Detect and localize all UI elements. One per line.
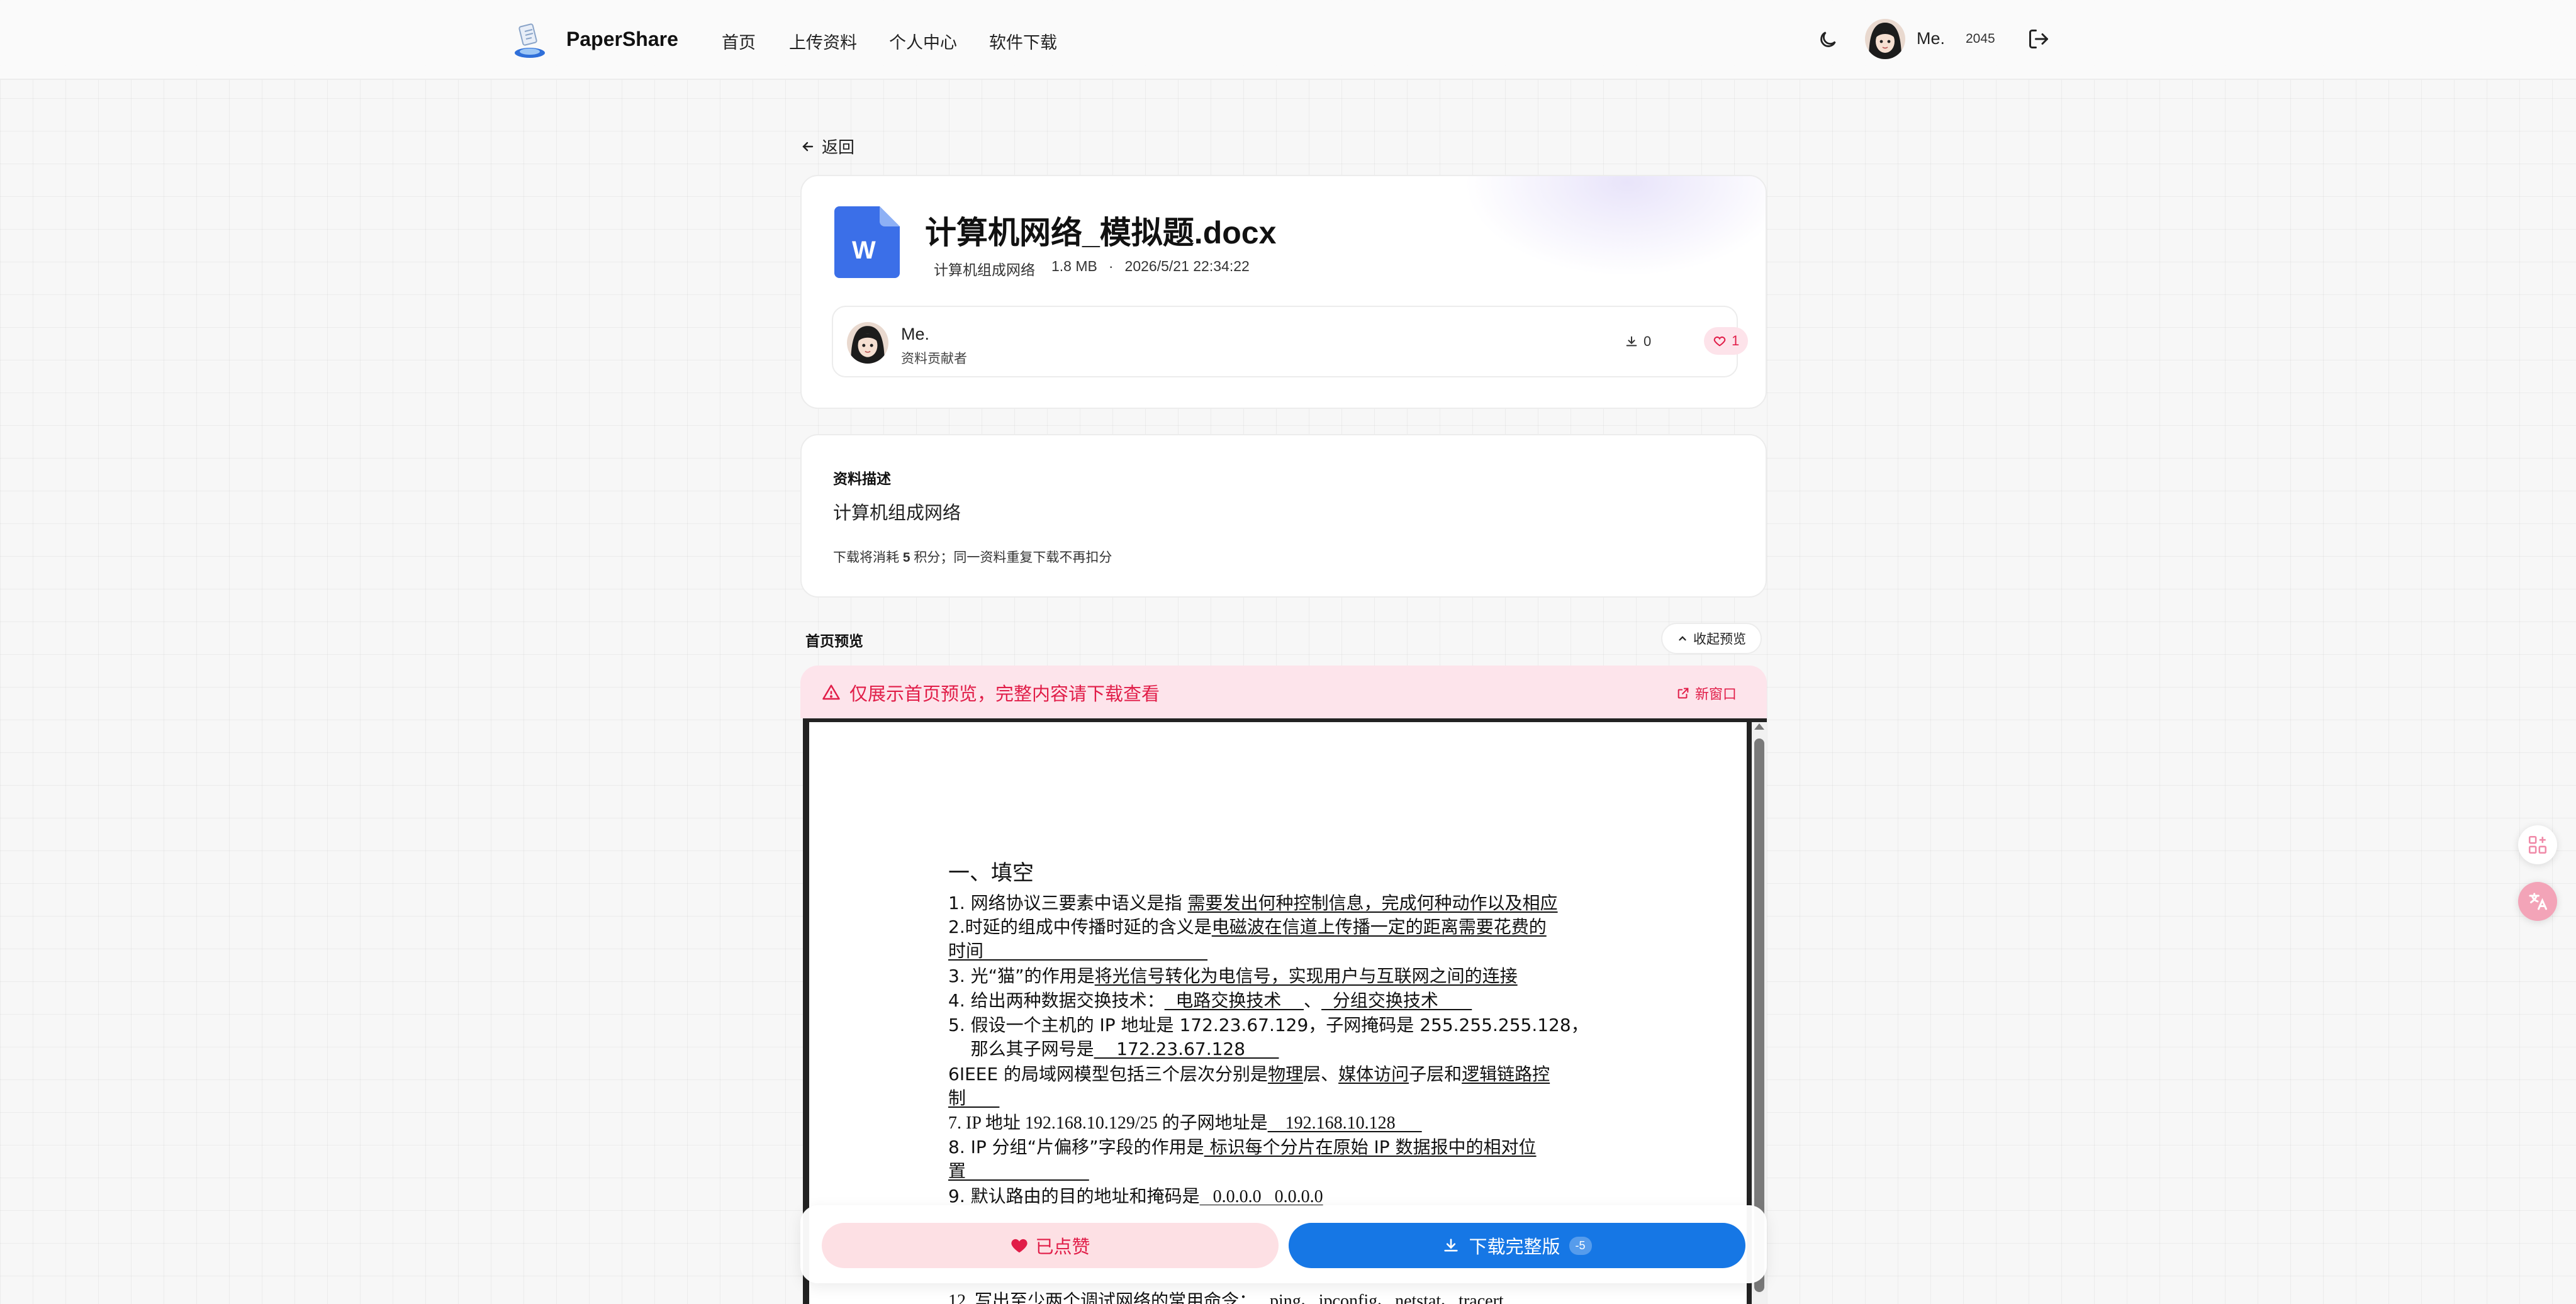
doc-line: 3. 光“猫”的作用是将光信号转化为电信号，实现用户与互联网之间的连接 <box>948 966 1518 986</box>
doc-line: 12. 写出至少两个调试网络的常用命令： ping、ipconfig、netst… <box>948 1291 1504 1304</box>
note-points: 5 <box>902 550 910 565</box>
heart-outline-icon <box>1713 336 1726 347</box>
doc-line: 制 <box>948 1088 1000 1108</box>
file-size: 1.8 MB <box>1051 258 1097 274</box>
uploader-role: 资料贡献者 <box>901 352 967 366</box>
download-full-button[interactable]: 下载完整版 -5 <box>1289 1223 1745 1268</box>
file-category: 计算机组成网络 <box>934 262 1035 278</box>
logo-icon[interactable] <box>511 21 549 60</box>
uploader-name[interactable]: Me. <box>901 325 929 344</box>
action-bar: 已点赞 下载完整版 -5 <box>800 1205 1767 1283</box>
doc-line: 那么其子网号是 172.23.67.128 <box>948 1039 1279 1059</box>
doc-heading: 一、填空 <box>948 861 1034 886</box>
doc-line: 时间 <box>948 940 1208 961</box>
collapse-preview-label: 收起预览 <box>1693 632 1746 647</box>
download-count: 0 <box>1625 333 1651 350</box>
avatar[interactable] <box>1865 19 1905 59</box>
nav-upload[interactable]: 上传资料 <box>789 29 857 53</box>
preview-notice: 仅展示首页预览，完整内容请下载查看 <box>822 679 1160 706</box>
doc-line: 7. IP 地址 192.168.10.129/25 的子网地址是 192.16… <box>948 1113 1422 1133</box>
doc-line: 4. 给出两种数据交换技术： 电路交换技术 、 分组交换技术 <box>948 990 1472 1011</box>
translate-icon <box>2529 893 2547 910</box>
liked-label: 已点赞 <box>1035 1237 1090 1257</box>
brand-name[interactable]: PaperShare <box>566 28 678 51</box>
download-icon <box>1626 336 1637 347</box>
file-date: 2026/5/21 22:34:22 <box>1124 258 1250 274</box>
preview-label: 首页预览 <box>805 633 863 649</box>
description-label: 资料描述 <box>833 471 891 487</box>
file-meta: 计算机组成网络 1.8 MB · 2026/5/21 22:34:22 <box>934 258 1250 279</box>
nav-software-download[interactable]: 软件下载 <box>989 29 1057 53</box>
download-count-value: 0 <box>1644 333 1652 349</box>
arrow-left-icon <box>802 142 814 151</box>
doc-line: 置 <box>948 1161 1089 1181</box>
note-prefix: 下载将消耗 <box>833 550 903 565</box>
description-text: 计算机组成网络 <box>833 503 961 523</box>
scroll-up-arrow[interactable] <box>1754 723 1764 730</box>
new-window-label: 新窗口 <box>1694 686 1737 702</box>
description-card: 资料描述 计算机组成网络 下载将消耗 5 积分；同一资料重复下载不再扣分 <box>800 434 1767 598</box>
logout-icon[interactable] <box>2027 28 2050 50</box>
apps-plus-button[interactable] <box>2518 825 2557 864</box>
doc-line: 8. IP 分组“片偏移”字段的作用是 标识每个分片在原始 IP 数据报中的相对… <box>948 1137 1537 1157</box>
chevron-up-icon <box>1679 636 1686 641</box>
cost-badge: -5 <box>1569 1236 1592 1255</box>
like-count-value: 1 <box>1732 333 1740 348</box>
download-full-label: 下载完整版 <box>1469 1237 1560 1257</box>
header-username[interactable]: Me. <box>1917 29 1945 48</box>
uploader-avatar[interactable] <box>847 322 888 364</box>
doc-line: 6IEEE 的局域网模型包括三个层次分别是物理层、媒体访问子层和逻辑链路控 <box>948 1064 1550 1084</box>
file-info-card: W 计算机网络_模拟题.docx 计算机组成网络 1.8 MB · 2026/5… <box>800 175 1767 409</box>
preview-notice-text: 仅展示首页预览，完整内容请下载查看 <box>849 684 1160 705</box>
uploader-box: Me. 资料贡献者 0 1 <box>832 306 1749 377</box>
doc-line: 2.时延的组成中传播时延的含义是电磁波在信道上传播一定的距离需要花费的 <box>948 917 1547 937</box>
open-new-window-link[interactable]: 新窗口 <box>1676 683 1737 703</box>
download-cost-note: 下载将消耗 5 积分；同一资料重复下载不再扣分 <box>833 547 1112 566</box>
translate-button[interactable] <box>2518 882 2557 921</box>
points-balance: 2045 <box>1966 31 1995 46</box>
moon-icon[interactable] <box>1817 29 1839 50</box>
preview-notice-bar: 仅展示首页预览，完整内容请下载查看 新窗口 <box>800 666 1767 718</box>
download-icon <box>1444 1239 1459 1252</box>
external-link-icon <box>1677 688 1689 699</box>
back-label: 返回 <box>822 138 855 157</box>
doc-line: 5. 假设一个主机的 IP 地址是 172.23.67.129，子网掩码是 25… <box>948 1015 1589 1035</box>
file-title: 计算机网络_模拟题.docx <box>925 215 1277 250</box>
heart-filled-icon <box>1011 1239 1028 1253</box>
card-glow <box>1464 176 1766 277</box>
nav-home[interactable]: 首页 <box>722 29 756 53</box>
apps-plus-icon <box>2528 835 2547 854</box>
like-count[interactable]: 1 <box>1704 327 1749 355</box>
top-navbar: PaperShare 首页 上传资料 个人中心 软件下载 Me. 2045 <box>0 0 2576 80</box>
doc-line: 1. 网络协议三要素中语义是指 需要发出何种控制信息，完成何种动作以及相应 <box>948 893 1558 913</box>
collapse-preview-button[interactable]: 收起预览 <box>1661 623 1762 654</box>
back-link[interactable]: 返回 <box>800 135 854 158</box>
word-icon-letter: W <box>852 237 876 264</box>
warning-icon <box>822 684 840 700</box>
meta-separator: · <box>1108 258 1114 274</box>
liked-button[interactable]: 已点赞 <box>822 1223 1279 1268</box>
note-suffix: 积分；同一资料重复下载不再扣分 <box>910 550 1112 565</box>
nav-profile[interactable]: 个人中心 <box>889 29 957 53</box>
